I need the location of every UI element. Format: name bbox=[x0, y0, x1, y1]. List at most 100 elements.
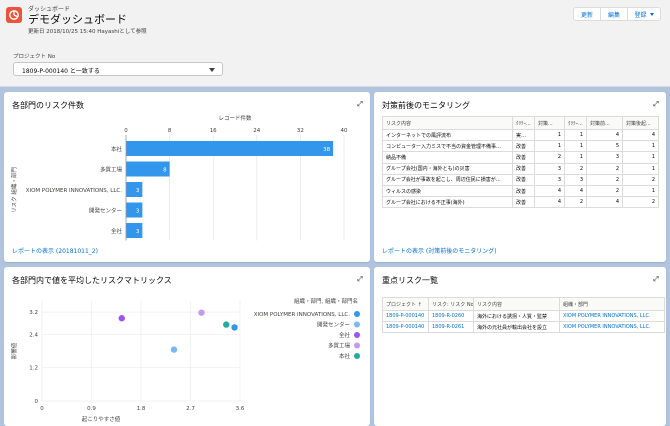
y-tick-label: 1.2 bbox=[29, 366, 38, 372]
table-row: 1809-P-000140 1809-R-0261 海外の元社員が輸出会社を設立 XI… bbox=[382, 321, 665, 334]
y-tick-label: 開発センター bbox=[89, 207, 122, 215]
bar-chart: レコード件数 0 8 16 24 32 40 リスク 組織・部門 本社 38 多質工場 8 XIOM P… bbox=[10, 114, 348, 241]
view-report-link[interactable]: レポートの表示 (20181011_2) bbox=[12, 246, 98, 255]
y-tick-label: 2.4 bbox=[29, 332, 38, 338]
legend-swatch bbox=[354, 311, 360, 317]
legend-label: 本社 bbox=[339, 352, 351, 360]
table-cell: 2 bbox=[586, 185, 623, 198]
bar-value-label: 3 bbox=[136, 188, 140, 194]
column-header[interactable]: 組織・部門 bbox=[559, 297, 665, 311]
expand-icon[interactable]: ⤢ bbox=[653, 275, 659, 284]
y-tick-label: 多質工場 bbox=[100, 166, 123, 174]
view-report-link[interactable]: レポートの表示 (対策前後のモニタリング) bbox=[382, 246, 497, 255]
table-cell: グループ会社における不正事(海外) bbox=[382, 196, 513, 209]
column-header[interactable]: リスク内容 bbox=[473, 297, 560, 311]
column-header[interactable]: リスク: リスク No bbox=[428, 297, 474, 311]
table-cell[interactable]: 1809-R-0260 bbox=[428, 310, 474, 323]
column-header[interactable]: 対策後起... bbox=[622, 116, 659, 130]
table-cell: 改善 bbox=[512, 196, 535, 209]
table-cell: 2 bbox=[586, 174, 623, 186]
dashboard-header: ダッシュボード デモダッシュボード 更新日 2018/10/25 15:40 H… bbox=[0, 0, 670, 87]
x-axis-title: 起こりやすさ値 bbox=[82, 415, 121, 423]
scatter-point bbox=[231, 324, 238, 331]
bar-value-label: 3 bbox=[136, 229, 140, 235]
bar-value-label: 3 bbox=[136, 209, 140, 215]
x-tick-label: 24 bbox=[253, 128, 260, 134]
legend-swatch bbox=[354, 332, 360, 338]
legend-title: 組織・部門, 組織・部門名 bbox=[294, 297, 358, 305]
risk-count-card: 各部門のリスク件数 ⤢ レコード件数 0 8 16 24 32 40 リスク 組織・部門 本社 3… bbox=[4, 92, 370, 262]
table-cell: グループ会社(国内・海外とも)の災害 bbox=[382, 163, 513, 175]
table-row: ウィルスの感染 改善 4 4 2 1 bbox=[382, 185, 659, 198]
updated-timestamp: 更新日 2018/10/25 15:40 Hayashiとして参照 bbox=[28, 29, 147, 35]
table-cell: 5 bbox=[586, 140, 623, 153]
x-tick-label: 1.8 bbox=[137, 406, 146, 412]
table-cell: ウィルスの感染 bbox=[382, 185, 513, 198]
bar bbox=[126, 182, 143, 197]
column-header[interactable]: ｸﾘﾃｰ... bbox=[512, 116, 535, 130]
table-cell[interactable]: 1809-P-000140 bbox=[382, 310, 429, 323]
edit-button[interactable]: 編集 bbox=[600, 7, 628, 21]
legend-label: 多質工場 bbox=[328, 342, 351, 350]
x-tick-label: 3.6 bbox=[236, 406, 245, 412]
table-cell[interactable]: XIOM POLYMER INNOVATIONS, LLC. bbox=[559, 321, 665, 334]
column-header[interactable]: プロジェクト ↑ bbox=[382, 297, 429, 311]
table-cell[interactable]: 1809-P-000140 bbox=[382, 321, 429, 334]
scatter-point bbox=[223, 321, 230, 328]
table-cell: 海外の元社員が輸出会社を設立 bbox=[473, 321, 560, 334]
x-tick-label: 32 bbox=[297, 128, 304, 134]
table-cell: 4 bbox=[586, 196, 623, 209]
column-header[interactable]: ｸﾘﾃｰ... bbox=[564, 116, 587, 130]
table-row: グループ会社(国内・海外とも)の災害 改善 3 2 2 1 bbox=[382, 163, 659, 175]
column-header[interactable]: 対策前... bbox=[586, 116, 623, 130]
table-cell: 2 bbox=[586, 163, 623, 175]
table-cell: 改善 bbox=[512, 174, 535, 186]
bar bbox=[126, 202, 143, 218]
legend-swatch bbox=[354, 353, 360, 359]
subscribe-button[interactable]: 登録 bbox=[627, 7, 661, 21]
x-tick-label: 2.7 bbox=[186, 406, 195, 412]
table-cell: 3 bbox=[534, 174, 565, 186]
table-cell: 納品不備 bbox=[382, 151, 513, 164]
legend-label: 全社 bbox=[339, 331, 351, 339]
scatter-chart: 0 0.9 1.8 2.7 3.6 0 1.2 2.4 3.2 起こりやすさ値 影響値 組織・部門, … bbox=[10, 297, 360, 423]
table-cell: 1 bbox=[534, 129, 565, 142]
bar bbox=[126, 223, 143, 238]
x-tick-label: 0 bbox=[40, 406, 44, 412]
refresh-button[interactable]: 更新 bbox=[573, 7, 601, 21]
expand-icon[interactable]: ⤢ bbox=[653, 100, 659, 109]
dashboard-logo-icon bbox=[6, 7, 22, 23]
table-cell: 改善 bbox=[512, 163, 535, 175]
table-cell[interactable]: XIOM POLYMER INNOVATIONS, LLC. bbox=[559, 310, 665, 323]
column-header[interactable]: 対策... bbox=[534, 116, 565, 130]
bar bbox=[126, 141, 334, 156]
y-tick-label: XIOM POLYMER INNOVATIONS, LLC. bbox=[26, 188, 123, 194]
legend-label: 開発センター bbox=[317, 321, 350, 329]
table-cell: 2 bbox=[534, 151, 565, 164]
table-cell: 4 bbox=[564, 185, 587, 198]
table-cell: 改善 bbox=[512, 140, 535, 153]
table-row: 1809-P-000140 1809-R-0260 海外における誘拐・人質・監禁 XI… bbox=[382, 310, 665, 323]
legend-label: XIOM POLYMER INNOVATIONS, LLC. bbox=[254, 312, 351, 318]
table-row: グループ会社における不正事(海外) 改善 4 2 4 2 bbox=[382, 196, 659, 209]
table-cell: 1 bbox=[622, 140, 659, 153]
column-header[interactable]: リスク内容 bbox=[382, 116, 513, 130]
table-cell: 3 bbox=[564, 174, 587, 186]
table-cell: 4 bbox=[534, 185, 565, 198]
scatter-point bbox=[118, 315, 125, 322]
y-axis-title: リスク 組織・部門 bbox=[10, 167, 18, 213]
y-tick-label: 3.2 bbox=[29, 310, 38, 316]
table-cell: 2 bbox=[622, 196, 659, 209]
x-tick-label: 8 bbox=[168, 128, 172, 134]
table-cell: 海外における誘拐・人質・監禁 bbox=[473, 310, 560, 323]
x-tick-label: 0 bbox=[124, 128, 128, 134]
y-tick-label: 全社 bbox=[111, 227, 123, 235]
subscribe-label: 登録 bbox=[634, 11, 647, 19]
project-filter-select[interactable]: 1809-P-000140 と一致する bbox=[13, 62, 223, 76]
table-cell: インターネットでの風評流布 bbox=[382, 129, 513, 142]
table-cell: 2 bbox=[622, 174, 659, 186]
x-tick-label: 16 bbox=[210, 128, 217, 134]
table-cell: 改善 bbox=[512, 185, 535, 198]
table-cell[interactable]: 1809-R-0261 bbox=[428, 321, 474, 334]
legend-swatch bbox=[354, 321, 360, 328]
